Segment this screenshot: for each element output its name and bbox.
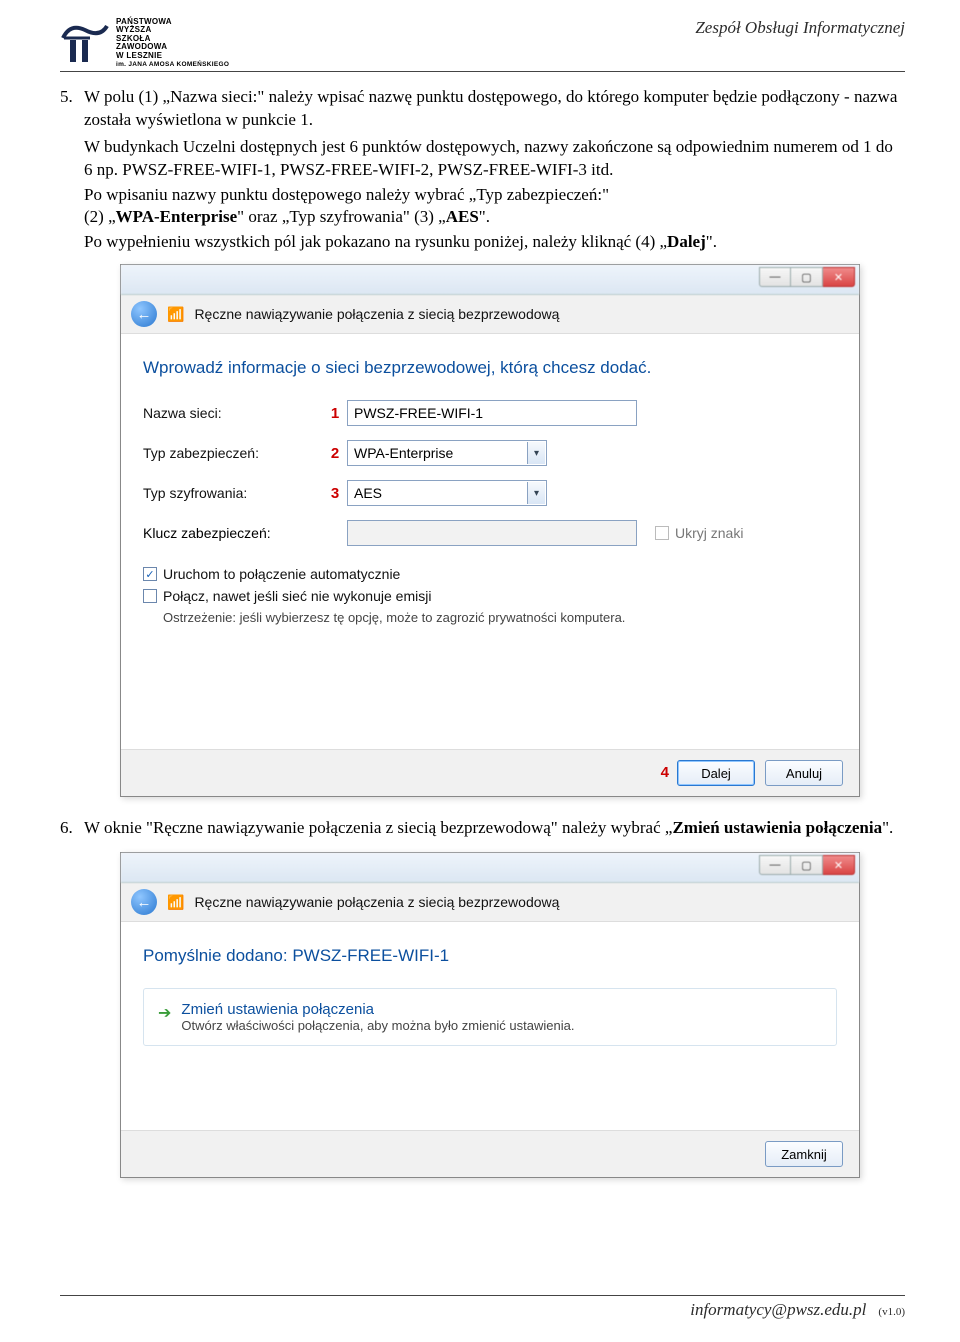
page-header: PAŃSTWOWA WYŻSZA SZKOŁA ZAWODOWA W LESZN…: [60, 18, 905, 69]
label-security-type: Typ zabezpieczeń:: [143, 445, 323, 461]
close-button[interactable]: ✕: [823, 855, 855, 875]
encryption-type-select[interactable]: ▾: [347, 480, 547, 506]
breadcrumb-text: Ręczne nawiązywanie połączenia z siecią …: [194, 306, 559, 322]
back-button[interactable]: ←: [131, 301, 157, 327]
change-settings-subtitle: Otwórz właściwości połączenia, aby można…: [181, 1018, 574, 1033]
minimize-button[interactable]: —: [759, 855, 791, 875]
change-settings-link[interactable]: ➔ Zmień ustawienia połączenia Otwórz wła…: [143, 988, 837, 1046]
security-type-select[interactable]: ▾: [347, 440, 547, 466]
label-encryption-type: Typ szyfrowania:: [143, 485, 323, 501]
dialog-success-added: — ▢ ✕ ← 📶 Ręczne nawiązywanie połączenia…: [120, 852, 860, 1178]
titlebar: — ▢ ✕: [121, 853, 859, 883]
chevron-down-icon: ▾: [527, 442, 545, 464]
marker-1: 1: [323, 405, 347, 422]
school-logo-icon: [60, 18, 110, 68]
close-button[interactable]: ✕: [823, 267, 855, 287]
step5-p4: Po wypełnieniu wszystkich pól jak pokaza…: [84, 231, 905, 254]
label-security-key: Klucz zabezpieczeń:: [143, 525, 323, 541]
breadcrumb: ← 📶 Ręczne nawiązywanie połączenia z sie…: [121, 295, 859, 334]
change-settings-title: Zmień ustawienia połączenia: [181, 1001, 574, 1018]
wireless-icon: 📶: [167, 894, 184, 911]
dialog-manual-wireless: — ▢ ✕ ← 📶 Ręczne nawiązywanie połączenia…: [120, 264, 860, 797]
dialog-heading: Pomyślnie dodano: PWSZ-FREE-WIFI-1: [143, 946, 837, 966]
titlebar: — ▢ ✕: [121, 265, 859, 295]
logo-block: PAŃSTWOWA WYŻSZA SZKOŁA ZAWODOWA W LESZN…: [60, 18, 229, 69]
close-dialog-button[interactable]: Zamknij: [765, 1141, 843, 1167]
cancel-button[interactable]: Anuluj: [765, 760, 843, 786]
next-button[interactable]: Dalej: [677, 760, 755, 786]
marker-3: 3: [323, 485, 347, 502]
back-button[interactable]: ←: [131, 889, 157, 915]
step5-p1: W polu (1) „Nazwa sieci:" należy wpisać …: [84, 86, 905, 132]
logo-text: PAŃSTWOWA WYŻSZA SZKOŁA ZAWODOWA W LESZN…: [116, 18, 229, 69]
connect-hidden-label: Połącz, nawet jeśli sieć nie wykonuje em…: [163, 588, 431, 604]
maximize-button[interactable]: ▢: [791, 267, 823, 287]
step5-number: 5.: [60, 86, 78, 134]
step6-number: 6.: [60, 817, 78, 842]
step5-p3: Po wpisaniu nazwy punktu dostępowego nal…: [84, 184, 905, 230]
connect-hidden-checkbox[interactable]: [143, 589, 157, 603]
page-footer: informatycy@pwsz.edu.pl (v1.0): [60, 1295, 905, 1320]
hidden-network-warning: Ostrzeżenie: jeśli wybierzesz tę opcję, …: [163, 610, 837, 625]
network-name-input[interactable]: [347, 400, 637, 426]
step5-p2: W budynkach Uczelni dostępnych jest 6 pu…: [84, 136, 905, 182]
security-key-input: [347, 520, 637, 546]
dialog-heading: Wprowadź informacje o sieci bezprzewodow…: [143, 358, 837, 378]
step6-text: 6. W oknie "Ręczne nawiązywanie połączen…: [60, 817, 905, 842]
label-network-name: Nazwa sieci:: [143, 405, 323, 421]
maximize-button[interactable]: ▢: [791, 855, 823, 875]
footer-email: informatycy@pwsz.edu.pl: [690, 1300, 866, 1320]
hide-chars-label: Ukryj znaki: [675, 525, 743, 541]
step5-text: 5. W polu (1) „Nazwa sieci:" należy wpis…: [60, 86, 905, 255]
arrow-right-icon: ➔: [158, 1003, 171, 1023]
breadcrumb: ← 📶 Ręczne nawiązywanie połączenia z sie…: [121, 883, 859, 922]
minimize-button[interactable]: —: [759, 267, 791, 287]
chevron-down-icon: ▾: [527, 482, 545, 504]
step6-p1: W oknie "Ręczne nawiązywanie połączenia …: [84, 817, 893, 840]
header-department: Zespół Obsługi Informatycznej: [695, 18, 905, 38]
footer-version: (v1.0): [878, 1306, 905, 1318]
auto-connect-label: Uruchom to połączenie automatycznie: [163, 566, 400, 582]
breadcrumb-text: Ręczne nawiązywanie połączenia z siecią …: [194, 894, 559, 910]
hide-chars-checkbox: [655, 526, 669, 540]
auto-connect-checkbox[interactable]: [143, 567, 157, 581]
marker-4: 4: [661, 764, 669, 781]
wireless-icon: 📶: [167, 306, 184, 323]
marker-2: 2: [323, 445, 347, 462]
header-divider: [60, 71, 905, 72]
